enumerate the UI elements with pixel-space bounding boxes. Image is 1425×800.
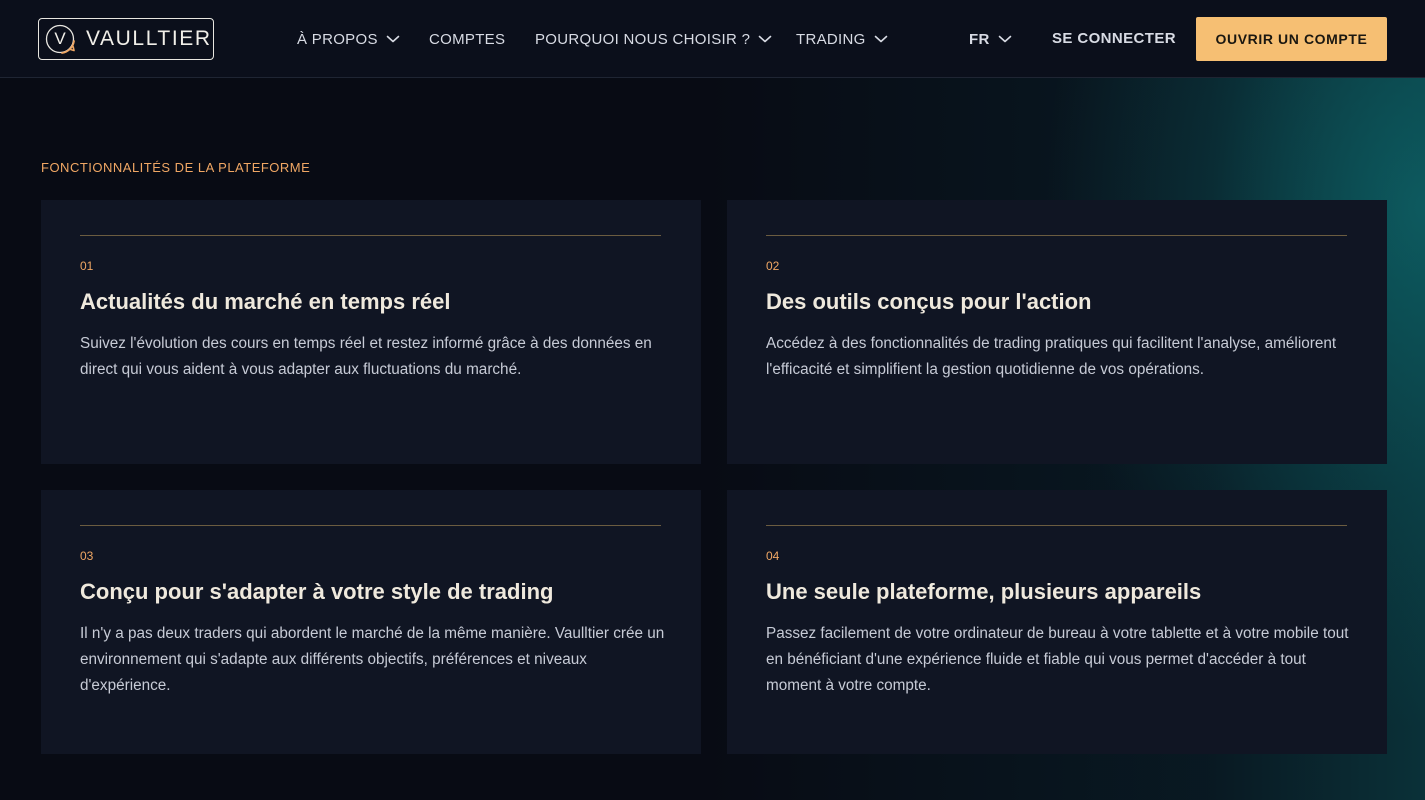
card-title: Conçu pour s'adapter à votre style de tr… [80, 579, 554, 604]
card-text: Accédez à des fonctionnalités de trading… [766, 335, 1337, 378]
feature-card-2: 02 Des outils conçus pour l'action Accéd… [727, 200, 1387, 464]
navbar: V VAULLTIER À PROPOS COMPTES POURQUOI NO… [0, 0, 1425, 78]
nav-item-a-propos[interactable]: À PROPOS [297, 29, 400, 49]
chevron-down-icon [386, 35, 400, 43]
card-divider [80, 235, 661, 236]
card-title: Actualités du marché en temps réel [80, 289, 451, 314]
section-title: FONCTIONNALITÉS DE LA PLATEFORME [41, 160, 311, 175]
nav-item-label: POURQUOI NOUS CHOISIR ? [535, 30, 751, 48]
card-title: Des outils conçus pour l'action [766, 289, 1092, 314]
card-number: 04 [766, 549, 780, 563]
logo-letter: V [54, 29, 66, 48]
card-number: 01 [80, 259, 94, 273]
logo-text: VAULLTIER [86, 27, 212, 50]
nav-item-label: TRADING [796, 30, 866, 48]
card-text: Il n'y a pas deux traders qui abordent l… [80, 625, 665, 694]
logo-icon: V [43, 22, 77, 56]
feature-card-4: 04 Une seule plateforme, plusieurs appar… [727, 490, 1387, 754]
nav-item-comptes[interactable]: COMPTES [429, 29, 505, 49]
card-divider [80, 525, 661, 526]
feature-card-3: 03 Conçu pour s'adapter à votre style de… [41, 490, 701, 754]
nav-item-label: À PROPOS [297, 30, 378, 48]
chevron-down-icon [874, 35, 887, 43]
card-title: Une seule plateforme, plusieurs appareil… [766, 579, 1202, 604]
open-account-button[interactable]: OUVRIR UN COMPTE [1196, 17, 1387, 61]
card-divider [766, 235, 1347, 236]
nav-item-label: COMPTES [429, 30, 506, 48]
language-selector[interactable]: FR [969, 29, 1012, 49]
card-number: 03 [80, 549, 94, 563]
card-divider [766, 525, 1347, 526]
logo[interactable]: V VAULLTIER [38, 18, 214, 60]
card-text: Suivez l'évolution des cours en temps ré… [80, 335, 652, 378]
chevron-down-icon [758, 35, 772, 43]
chevron-down-icon [998, 35, 1011, 43]
login-link[interactable]: SE CONNECTER [1052, 30, 1176, 47]
card-text: Passez facilement de votre ordinateur de… [766, 625, 1349, 694]
nav-item-trading[interactable]: TRADING [796, 29, 888, 49]
feature-card-1: 01 Actualités du marché en temps réel Su… [41, 200, 701, 464]
card-number: 02 [766, 259, 780, 273]
language-label: FR [969, 30, 990, 48]
nav-item-pourquoi-nous-choisir[interactable]: POURQUOI NOUS CHOISIR ? [535, 29, 772, 49]
